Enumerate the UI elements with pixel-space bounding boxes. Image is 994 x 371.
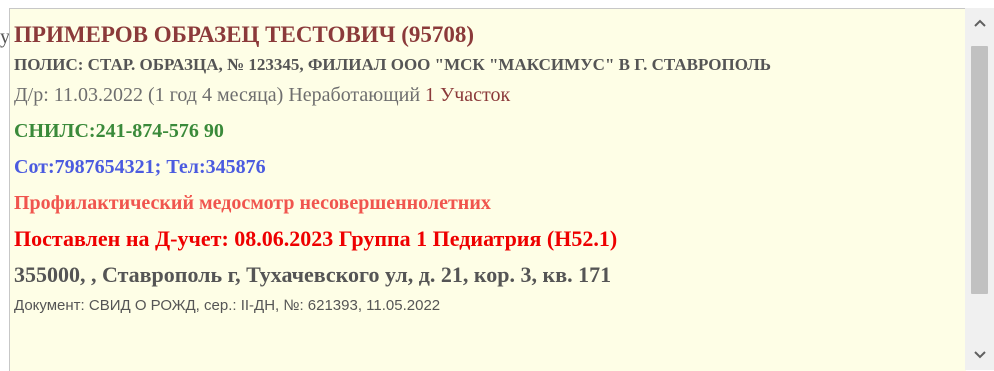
scroll-up-button[interactable] [965,8,994,38]
patient-polis: ПОЛИС: СТАР. ОБРАЗЦА, № 123345, ФИЛИАЛ О… [14,55,772,74]
patient-info-panel: ПРИМЕРОВ ОБРАЗЕЦ ТЕСТОВИЧ (95708) ПОЛИС:… [9,8,966,371]
patient-snils: СНИЛС:241-874-576 90 [14,120,224,142]
scroll-down-button[interactable] [965,340,994,370]
patient-prof-exam: Профилактический медосмотр несовершеннол… [14,192,491,214]
patient-phones: Сот:7987654321; Тел:345876 [14,156,266,178]
patient-document: Документ: СВИД О РОЖД, сер.: II-ДН, №: 6… [14,297,441,314]
patient-address: 355000, , Ставрополь г, Тухачевского ул,… [14,262,612,287]
vertical-scrollbar[interactable] [965,8,994,370]
patient-info-content: ПРИМЕРОВ ОБРАЗЕЦ ТЕСТОВИЧ (95708) ПОЛИС:… [10,9,966,339]
scrollbar-thumb[interactable] [971,46,988,294]
patient-birth-line: Д/р: 11.03.2022 (1 год 4 месяца) Неработ… [14,77,966,113]
patient-next-line-cutoff [14,319,966,339]
patient-name: ПРИМЕРОВ ОБРАЗЕЦ ТЕСТОВИЧ (95708) [14,22,475,47]
patient-birth: Д/р: 11.03.2022 (1 год 4 месяца) Неработ… [14,84,421,106]
chevron-down-icon [973,351,986,359]
chevron-up-icon [973,19,986,27]
patient-d-account: Поставлен на Д-учет: 08.06.2023 Группа 1… [14,226,618,251]
patient-uchastok: 1 Участок [425,84,511,106]
